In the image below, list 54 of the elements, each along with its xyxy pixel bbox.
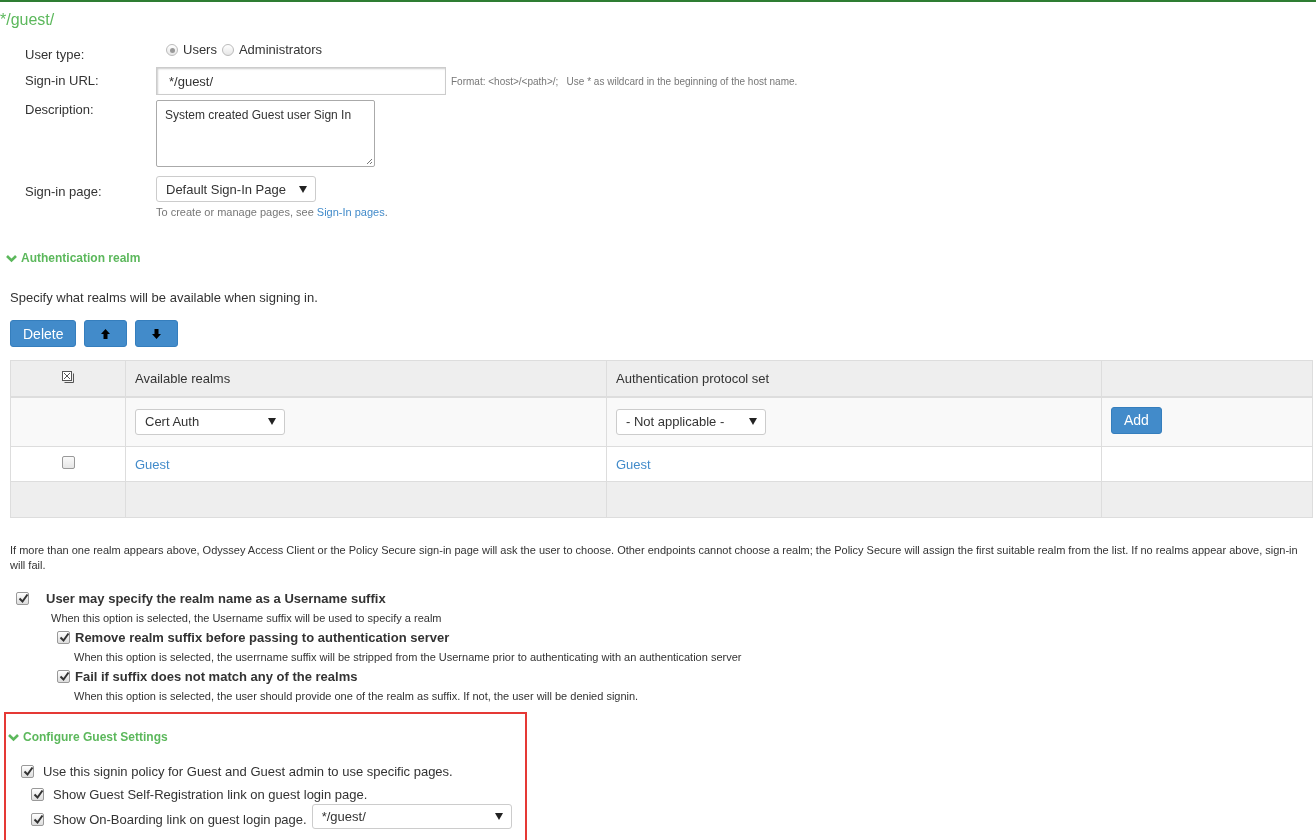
add-button[interactable]: Add (1111, 406, 1162, 434)
caret-icon (749, 418, 757, 426)
page-select[interactable]: Default Sign-In Page (156, 176, 316, 202)
caret-icon (299, 185, 307, 193)
checkbox[interactable] (21, 765, 34, 778)
option-label: Show Guest Self-Registration link on guest login page. (53, 787, 368, 802)
radio-label: Administrators (238, 41, 323, 57)
column-header: Available realms (125, 360, 607, 397)
option-label: Remove realm suffix before passing to authentication server (75, 630, 450, 645)
protocol-select[interactable]: - Not applicable - (616, 408, 766, 435)
option-label: Fail if suffix does not match any of the realms (75, 669, 358, 684)
format-hint: Format: <host>/<path>/; Use * as wildcard in the beginning of the host name. (451, 75, 798, 87)
radio-label: Users (183, 41, 217, 57)
field-label: Description: (25, 101, 95, 117)
arrow-down-icon (152, 328, 162, 339)
option-description: When this option is selected, the userrname suffix will be stripped from the Username prior to authenticating with an authentication server (74, 651, 743, 663)
field-label: User type: (25, 46, 86, 62)
page-title: */guest/ (0, 11, 56, 29)
radio-button[interactable] (166, 44, 178, 56)
radio-button[interactable] (221, 44, 234, 56)
realm-select[interactable]: Cert Auth (135, 408, 285, 435)
option-label: Show On-Boarding link on guest login page. (53, 812, 307, 827)
intro-text: Specify what realms will be available when signing in. (10, 290, 319, 305)
select-all-icon[interactable] (62, 370, 74, 383)
checkbox[interactable] (57, 670, 70, 683)
help-text: To create or manage pages, see Sign-In pages. (156, 206, 389, 218)
option-description: When this option is selected, the Username suffix will be used to specify a realm (51, 612, 443, 624)
move-up-button[interactable] (84, 320, 128, 347)
page-select[interactable]: */guest/ (311, 804, 512, 829)
checkbox[interactable] (31, 788, 44, 801)
checkbox[interactable] (16, 592, 29, 605)
checkbox[interactable] (31, 813, 44, 826)
caret-icon (268, 418, 276, 426)
section-heading[interactable]: Configure Guest Settings (23, 730, 168, 744)
arrow-up-icon (101, 328, 111, 339)
field-label: Sign-in page: (25, 183, 103, 199)
url-field[interactable]: */guest/ (156, 67, 446, 95)
sign-in-pages-link[interactable]: Sign-In pages (316, 206, 385, 218)
realm-link[interactable]: Guest (135, 456, 170, 472)
checkbox[interactable] (57, 631, 70, 644)
section-heading[interactable]: Authentication realm (21, 251, 141, 265)
description-field[interactable]: System created Guest user Sign In (156, 100, 375, 167)
move-down-button[interactable] (135, 320, 179, 347)
column-header: Authentication protocol set (606, 360, 1102, 397)
protocol-link[interactable]: Guest (616, 456, 651, 472)
delete-button[interactable]: Delete (10, 320, 77, 347)
caret-icon (494, 813, 503, 820)
option-label: User may specify the realm name as a Username suffix (46, 591, 386, 606)
field-label: Sign-in URL: (25, 72, 100, 88)
realm-note: If more than one realm appears above, Odyssey Access Client or the Policy Secure sign-in page will ask the user to choose. Other endpoints cannot choose a realm; the Policy Secure will assign the first suitable realm from the list. If no realms appear above, sign-in will fail. (10, 543, 1299, 573)
checkbox[interactable] (61, 456, 75, 469)
option-description: When this option is selected, the user should provide one of the realm as suffix. If not, the user will be denied signin. (74, 690, 640, 702)
resize-grip-icon[interactable] (366, 158, 373, 165)
option-label: Use this signin policy for Guest and Guest admin to use specific pages. (43, 764, 453, 779)
